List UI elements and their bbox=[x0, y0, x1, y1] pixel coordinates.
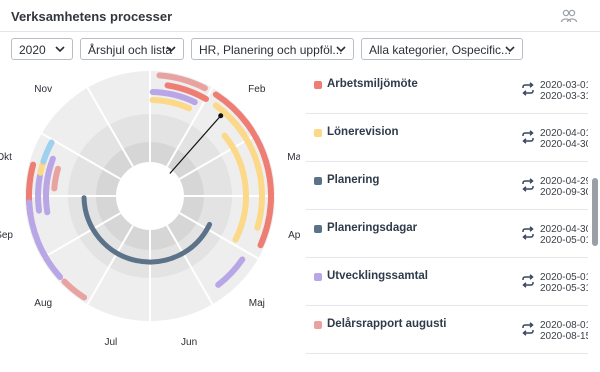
month-label: Jul bbox=[105, 337, 118, 348]
list-scrollbar[interactable] bbox=[590, 66, 600, 372]
item-name[interactable]: Delårsrapport augusti bbox=[327, 318, 447, 330]
view-dropdown[interactable]: Årshjul och lista bbox=[80, 38, 184, 60]
end-date: 2020-08-15 bbox=[540, 331, 588, 342]
repeat-icon[interactable] bbox=[520, 225, 536, 241]
list-item[interactable]: Arbetsmiljömöte 2020-03-01 2020-03-31 bbox=[306, 66, 588, 114]
chevron-down-icon bbox=[166, 46, 176, 53]
month-label: Maj bbox=[249, 298, 265, 309]
category-dropdown[interactable]: Alla kategorier, Ospecific... bbox=[361, 38, 523, 60]
people-group-icon[interactable] bbox=[560, 8, 578, 24]
process-dropdown[interactable]: HR, Planering och uppföl... bbox=[191, 38, 354, 60]
list-item[interactable]: Planeringsdagar 2020-04-30 2020-05-01 bbox=[306, 210, 588, 258]
color-swatch bbox=[314, 177, 322, 185]
month-label: Nov bbox=[34, 84, 52, 95]
start-date: 2020-08-01 bbox=[540, 320, 588, 331]
process-arc[interactable] bbox=[51, 165, 61, 192]
end-date: 2020-05-31 bbox=[540, 283, 588, 294]
year-dropdown[interactable]: 2020 bbox=[11, 38, 73, 60]
process-dropdown-value: HR, Planering och uppföl... bbox=[199, 43, 343, 57]
chevron-down-icon bbox=[55, 46, 65, 53]
chevron-down-icon bbox=[505, 46, 515, 53]
item-name[interactable]: Utvecklingssamtal bbox=[327, 270, 428, 282]
month-label: Jun bbox=[181, 337, 197, 348]
list-item[interactable]: Delårsrapport augusti 2020-08-01 2020-08-1… bbox=[306, 306, 588, 354]
list-item[interactable]: Lönerevision 2020-04-01 2020-04-30 bbox=[306, 114, 588, 162]
repeat-icon[interactable] bbox=[520, 177, 536, 193]
process-arc[interactable] bbox=[35, 172, 43, 214]
year-wheel: JanFebMarAprMajJunJulAugSepOktNovDec bbox=[0, 66, 300, 372]
item-name[interactable]: Lönerevision bbox=[327, 126, 399, 138]
end-date: 2020-04-30 bbox=[540, 139, 588, 150]
start-date: 2020-03-01 bbox=[540, 80, 588, 91]
color-swatch bbox=[314, 225, 322, 233]
filter-toolbar: 2020 Årshjul och lista HR, Planering och… bbox=[0, 38, 600, 62]
month-label: Sep bbox=[0, 230, 13, 241]
month-label: Mar bbox=[287, 152, 300, 163]
repeat-icon[interactable] bbox=[520, 129, 536, 145]
repeat-icon[interactable] bbox=[520, 321, 536, 337]
color-swatch bbox=[314, 273, 322, 281]
start-date: 2020-04-30 bbox=[540, 224, 588, 235]
end-date: 2020-05-01 bbox=[540, 235, 588, 246]
process-arc[interactable] bbox=[203, 223, 212, 233]
month-label: Okt bbox=[0, 152, 12, 163]
category-dropdown-value: Alla kategorier, Ospecific... bbox=[369, 43, 512, 57]
color-swatch bbox=[314, 321, 322, 329]
end-date: 2020-09-30 bbox=[540, 187, 588, 198]
widget-header: Verksamhetens processer bbox=[0, 0, 600, 32]
month-label: Aug bbox=[34, 298, 52, 309]
start-date: 2020-04-01 bbox=[540, 128, 588, 139]
page-title: Verksamhetens processer bbox=[11, 9, 173, 24]
month-label: Feb bbox=[248, 84, 266, 95]
wheel-center bbox=[116, 162, 184, 230]
end-date: 2020-03-31 bbox=[540, 91, 588, 102]
item-name[interactable]: Planeringsdagar bbox=[327, 222, 417, 234]
month-label: Apr bbox=[288, 230, 300, 241]
date-pointer-tip[interactable] bbox=[218, 113, 224, 119]
list-item[interactable]: Utvecklingssamtal 2020-05-01 2020-05-31 bbox=[306, 258, 588, 306]
repeat-icon[interactable] bbox=[520, 273, 536, 289]
scrollbar-thumb[interactable] bbox=[592, 178, 598, 246]
year-dropdown-value: 2020 bbox=[19, 43, 46, 57]
color-swatch bbox=[314, 129, 322, 137]
color-swatch bbox=[314, 81, 322, 89]
item-name[interactable]: Arbetsmiljömöte bbox=[327, 78, 418, 90]
view-dropdown-value: Årshjul och lista bbox=[88, 43, 173, 57]
item-name[interactable]: Planering bbox=[327, 174, 379, 186]
list-item[interactable]: Planering 2020-04-29 2020-09-30 bbox=[306, 162, 588, 210]
repeat-icon[interactable] bbox=[520, 81, 536, 97]
process-list: Arbetsmiljömöte 2020-03-01 2020-03-31 Löner… bbox=[306, 66, 588, 372]
start-date: 2020-05-01 bbox=[540, 272, 588, 283]
chevron-down-icon bbox=[336, 46, 346, 53]
start-date: 2020-04-29 bbox=[540, 176, 588, 187]
year-wheel-chart[interactable]: JanFebMarAprMajJunJulAugSepOktNovDec bbox=[0, 66, 300, 372]
